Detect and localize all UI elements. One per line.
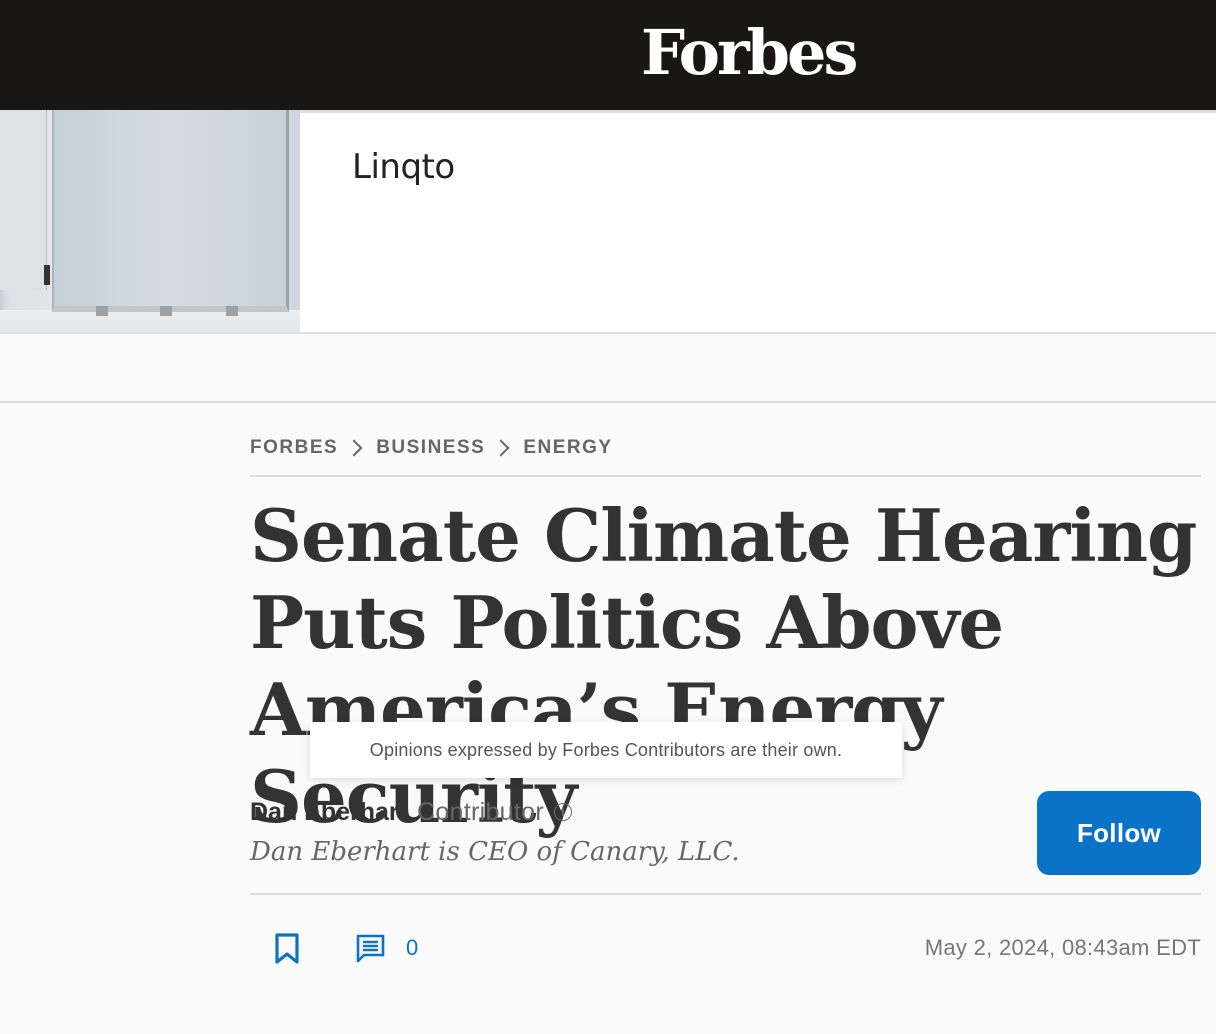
breadcrumb-forbes[interactable]: FORBES [250,437,338,459]
breadcrumb-energy[interactable]: ENERGY [523,437,612,459]
author-divider [250,893,1201,895]
breadcrumb-business[interactable]: BUSINESS [376,437,485,459]
follow-button[interactable]: Follow [1037,791,1201,875]
ad-image-foot [96,306,108,316]
breadcrumb-divider [250,475,1201,477]
chevron-right-icon [345,439,363,457]
ad-image-cabinet [52,110,289,312]
author-row: Dan Eberhart Contributor i [250,795,572,829]
ad-spacer [0,334,1216,403]
site-header: Forbes [0,0,1216,110]
comment-icon[interactable] [356,934,385,963]
author-name[interactable]: Dan Eberhart [250,798,407,827]
comment-count[interactable]: 0 [406,935,418,961]
ad-divider [300,110,1216,113]
author-role: Contributor [416,797,544,826]
article-headline: Senate Climate Hearing Puts Politics Abo… [250,493,1197,839]
contributor-disclaimer-tooltip: Opinions expressed by Forbes Contributor… [310,722,902,778]
bookmark-icon[interactable] [274,933,300,965]
chevron-right-icon [492,439,510,457]
ad-image-panel [0,110,47,290]
ad-banner[interactable] [0,110,1216,334]
author-bio: Dan Eberhart is CEO of Canary, LLC. [250,837,740,867]
info-icon[interactable]: i [553,803,572,821]
ad-image[interactable] [0,110,300,334]
ad-brand-name[interactable]: Linqto [352,147,455,187]
breadcrumb: FORBES BUSINESS ENERGY [250,436,613,460]
ad-image-foot [226,306,238,316]
ad-image-foot [160,306,172,316]
ad-image-floor [0,310,300,334]
publish-timestamp: May 2, 2024, 08:43am EDT [924,935,1201,960]
ad-image-handle [44,265,50,285]
forbes-logo[interactable]: Forbes [641,14,858,92]
